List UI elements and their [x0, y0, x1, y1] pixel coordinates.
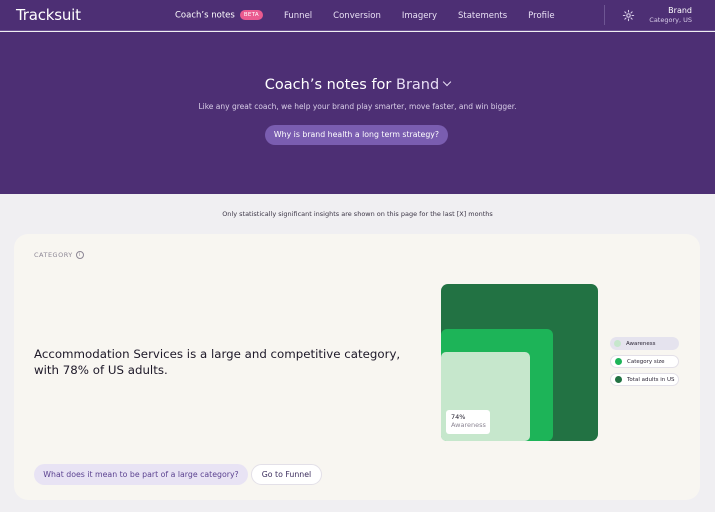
legend-dot — [614, 340, 621, 347]
card-label-text: CATEGORY — [34, 251, 73, 259]
nav-item-profile[interactable]: Profile — [528, 11, 554, 21]
go-to-funnel-button[interactable]: Go to Funnel — [251, 464, 322, 485]
page-title: Coach’s notes for Brand — [0, 77, 715, 93]
nav-item-conversion[interactable]: Conversion — [333, 11, 381, 21]
nav-item-imagery[interactable]: Imagery — [402, 11, 437, 21]
gear-icon[interactable] — [622, 9, 635, 22]
brand-selector[interactable]: Brand — [396, 77, 452, 93]
awareness-label: 74% Awareness — [446, 410, 490, 434]
legend-label: Awareness — [626, 340, 656, 347]
large-category-info-button[interactable]: What does it mean to be part of a large … — [34, 464, 248, 485]
nav-item-label: Coach’s notes — [175, 10, 235, 21]
brand-name: Brand — [668, 6, 692, 15]
legend-item-category-size[interactable]: Category size — [610, 355, 679, 368]
awareness-value: 74% — [451, 413, 466, 421]
legend-dot — [615, 358, 622, 365]
legend-item-awareness[interactable]: Awareness — [610, 337, 679, 350]
category-headline: Accommodation Services is a large and co… — [34, 347, 401, 377]
nav-items: Coach’s notes BETA Funnel Conversion Imag… — [175, 0, 576, 31]
nav-item-statements[interactable]: Statements — [458, 11, 507, 21]
brand-switcher[interactable]: Brand Category, US — [649, 6, 692, 24]
legend: Awareness Category size Total adults in … — [610, 337, 679, 391]
chevron-down-icon — [442, 77, 452, 87]
top-nav: Tracksuit Coach’s notes BETA Funnel Conve… — [0, 0, 715, 31]
logo[interactable]: Tracksuit — [16, 6, 81, 24]
nav-item-coaches-notes[interactable]: Coach’s notes BETA — [175, 10, 263, 21]
brand-category: Category, US — [649, 16, 692, 24]
hero: Coach’s notes for Brand Like any great c… — [0, 32, 715, 194]
nav-divider — [604, 5, 605, 25]
card-label: CATEGORY i — [34, 251, 84, 259]
brand-selector-label: Brand — [396, 77, 440, 93]
info-icon[interactable]: i — [75, 251, 84, 259]
beta-badge: BETA — [239, 10, 263, 21]
brand-health-button[interactable]: Why is brand health a long term strategy… — [265, 125, 448, 145]
title-prefix: Coach’s notes for — [264, 77, 392, 93]
nav-item-funnel[interactable]: Funnel — [284, 11, 312, 21]
awareness-name: Awareness — [451, 421, 486, 429]
legend-item-total-adults[interactable]: Total adults in US — [610, 373, 679, 386]
legend-label: Total adults in US — [627, 376, 675, 383]
category-card: CATEGORY i Accommodation Services is a la… — [14, 234, 700, 500]
legend-dot — [615, 376, 622, 383]
significance-notice: Only statistically significant insights … — [222, 210, 493, 218]
legend-label: Category size — [627, 358, 665, 365]
hero-subtitle: Like any great coach, we help your brand… — [198, 102, 517, 111]
